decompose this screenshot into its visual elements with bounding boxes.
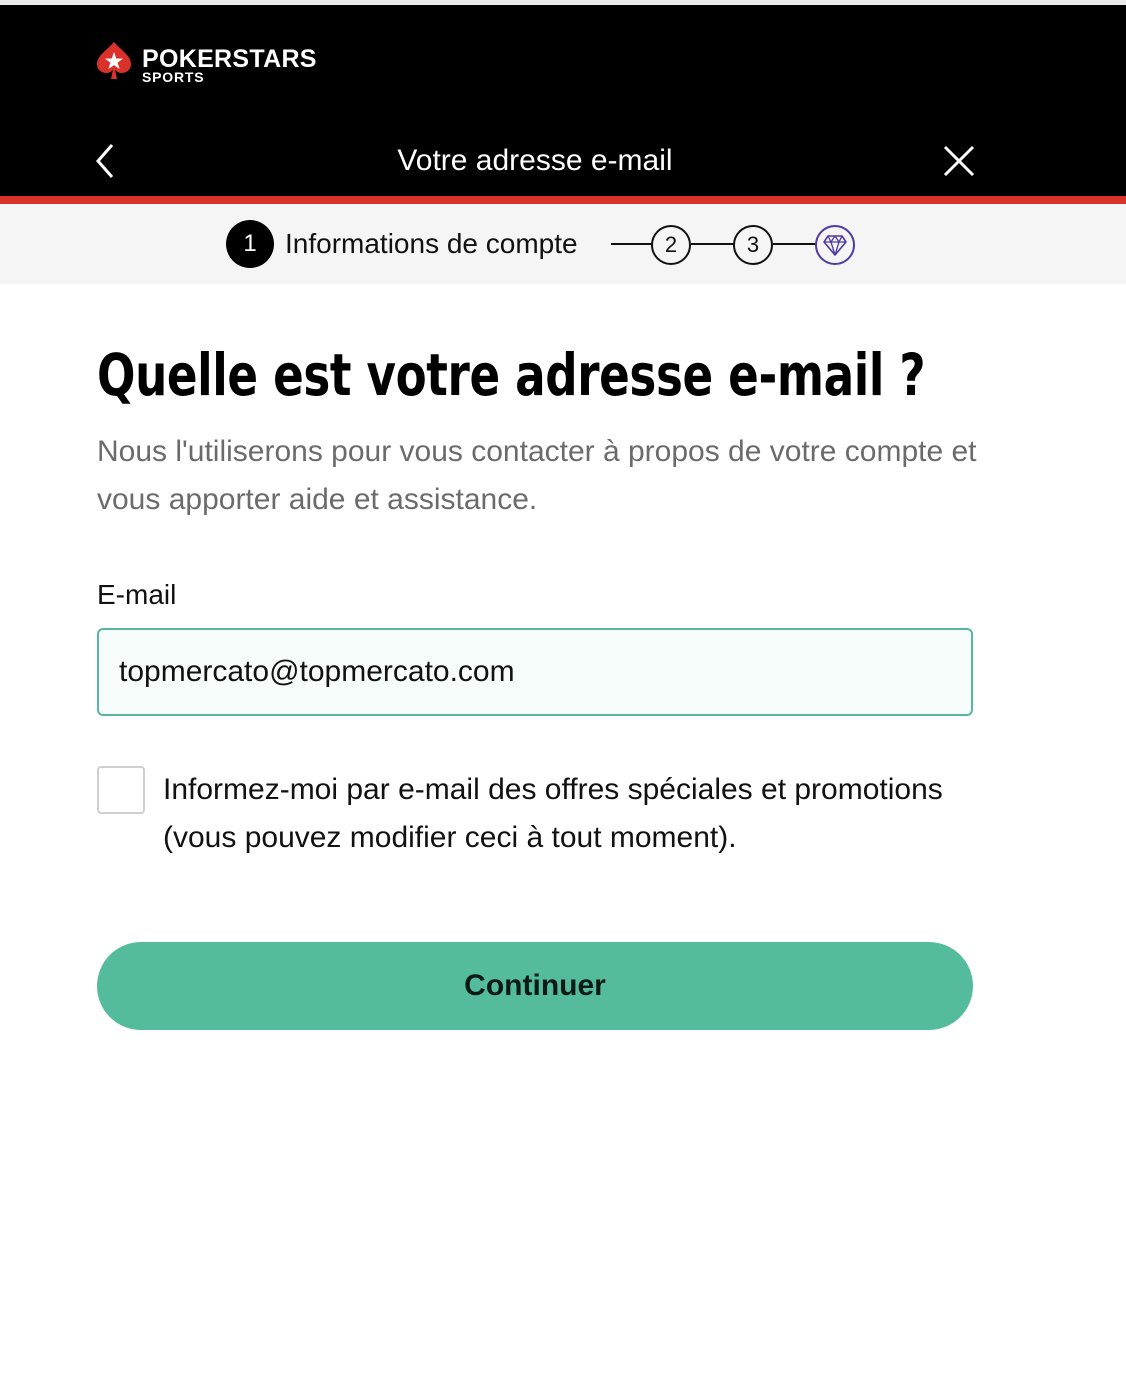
email-label: E-mail bbox=[97, 579, 177, 610]
diamond-icon bbox=[823, 235, 847, 256]
close-button[interactable] bbox=[938, 139, 980, 183]
newsletter-label: Informez-moi par e-mail des offres spéci… bbox=[163, 773, 943, 854]
spade-star-icon bbox=[97, 42, 131, 79]
accent-bar bbox=[0, 196, 1126, 204]
step-2: 2 bbox=[651, 225, 691, 265]
step-final bbox=[815, 225, 855, 265]
step-1-current: 1 bbox=[226, 220, 274, 268]
header: POKERSTARS SPORTS Votre adresse e-mail bbox=[0, 5, 1126, 196]
page-heading: Quelle est votre adresse e-mail ? bbox=[97, 341, 926, 409]
header-title: Votre adresse e-mail bbox=[397, 144, 673, 177]
step-connector bbox=[773, 243, 817, 245]
newsletter-checkbox[interactable] bbox=[97, 766, 145, 814]
step-3: 3 bbox=[733, 225, 773, 265]
progress-stepper: 1 Informations de compte 2 3 bbox=[0, 204, 1126, 284]
email-input[interactable] bbox=[97, 628, 973, 716]
page-subtitle: Nous l'utiliserons pour vous contacter à… bbox=[97, 435, 977, 516]
step-1-label: Informations de compte bbox=[285, 228, 578, 259]
step-connector bbox=[611, 243, 653, 245]
close-icon bbox=[943, 145, 975, 177]
pokerstars-logo[interactable]: POKERSTARS SPORTS bbox=[96, 41, 356, 89]
brand-sub: SPORTS bbox=[142, 69, 205, 85]
step-connector bbox=[691, 243, 735, 245]
continue-button[interactable]: Continuer bbox=[97, 942, 973, 1030]
